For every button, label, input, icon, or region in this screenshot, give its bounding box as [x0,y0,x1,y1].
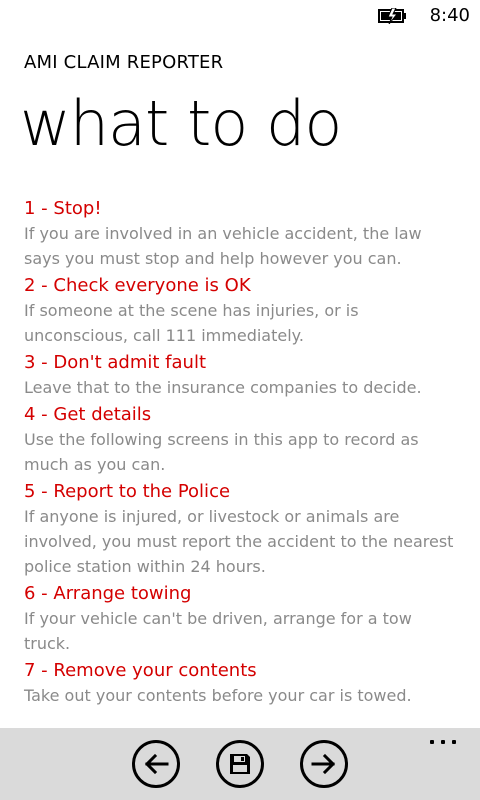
step-body: Take out your contents before your car i… [24,686,412,705]
step-item: 6 - Arrange towing If your vehicle can't… [24,581,454,656]
steps-list: 1 - Stop! If you are involved in an vehi… [24,196,454,710]
step-body: If you are involved in an vehicle accide… [24,224,422,268]
step-item: 2 - Check everyone is OK If someone at t… [24,273,454,348]
step-body: Use the following screens in this app to… [24,430,419,474]
step-heading: 3 - Don't admit fault [24,352,207,373]
step-item: 7 - Remove your contents Take out your c… [24,658,454,708]
app-bar [0,728,480,800]
step-body: If someone at the scene has injuries, or… [24,301,359,345]
step-body: If anyone is injured, or livestock or an… [24,507,454,576]
step-item: 3 - Don't admit fault Leave that to the … [24,350,454,400]
step-heading: 4 - Get details [24,404,152,425]
page-title: what to do [20,87,342,160]
step-heading: 1 - Stop! [24,198,102,219]
step-item: 5 - Report to the Police If anyone is in… [24,479,454,579]
save-button[interactable] [216,740,264,788]
step-body: Leave that to the insurance companies to… [24,378,422,397]
back-button[interactable] [132,740,180,788]
forward-button[interactable] [300,740,348,788]
step-heading: 2 - Check everyone is OK [24,275,251,296]
step-heading: 6 - Arrange towing [24,583,192,604]
clock: 8:40 [429,5,470,26]
save-icon [230,754,250,774]
forward-arrow-icon [311,753,336,775]
status-bar: 8:40 [0,0,480,32]
step-item: 1 - Stop! If you are involved in an vehi… [24,196,454,271]
screen: 8:40 AMI CLAIM REPORTER what to do 1 - S… [0,0,480,800]
back-arrow-icon [144,753,169,775]
step-body: If your vehicle can't be driven, arrange… [24,609,412,653]
step-heading: 7 - Remove your contents [24,660,257,681]
step-heading: 5 - Report to the Police [24,481,231,502]
step-item: 4 - Get details Use the following screen… [24,402,454,477]
ellipsis-icon[interactable] [430,736,460,746]
app-title: AMI CLAIM REPORTER [24,52,224,73]
battery-charging-icon [378,7,408,25]
